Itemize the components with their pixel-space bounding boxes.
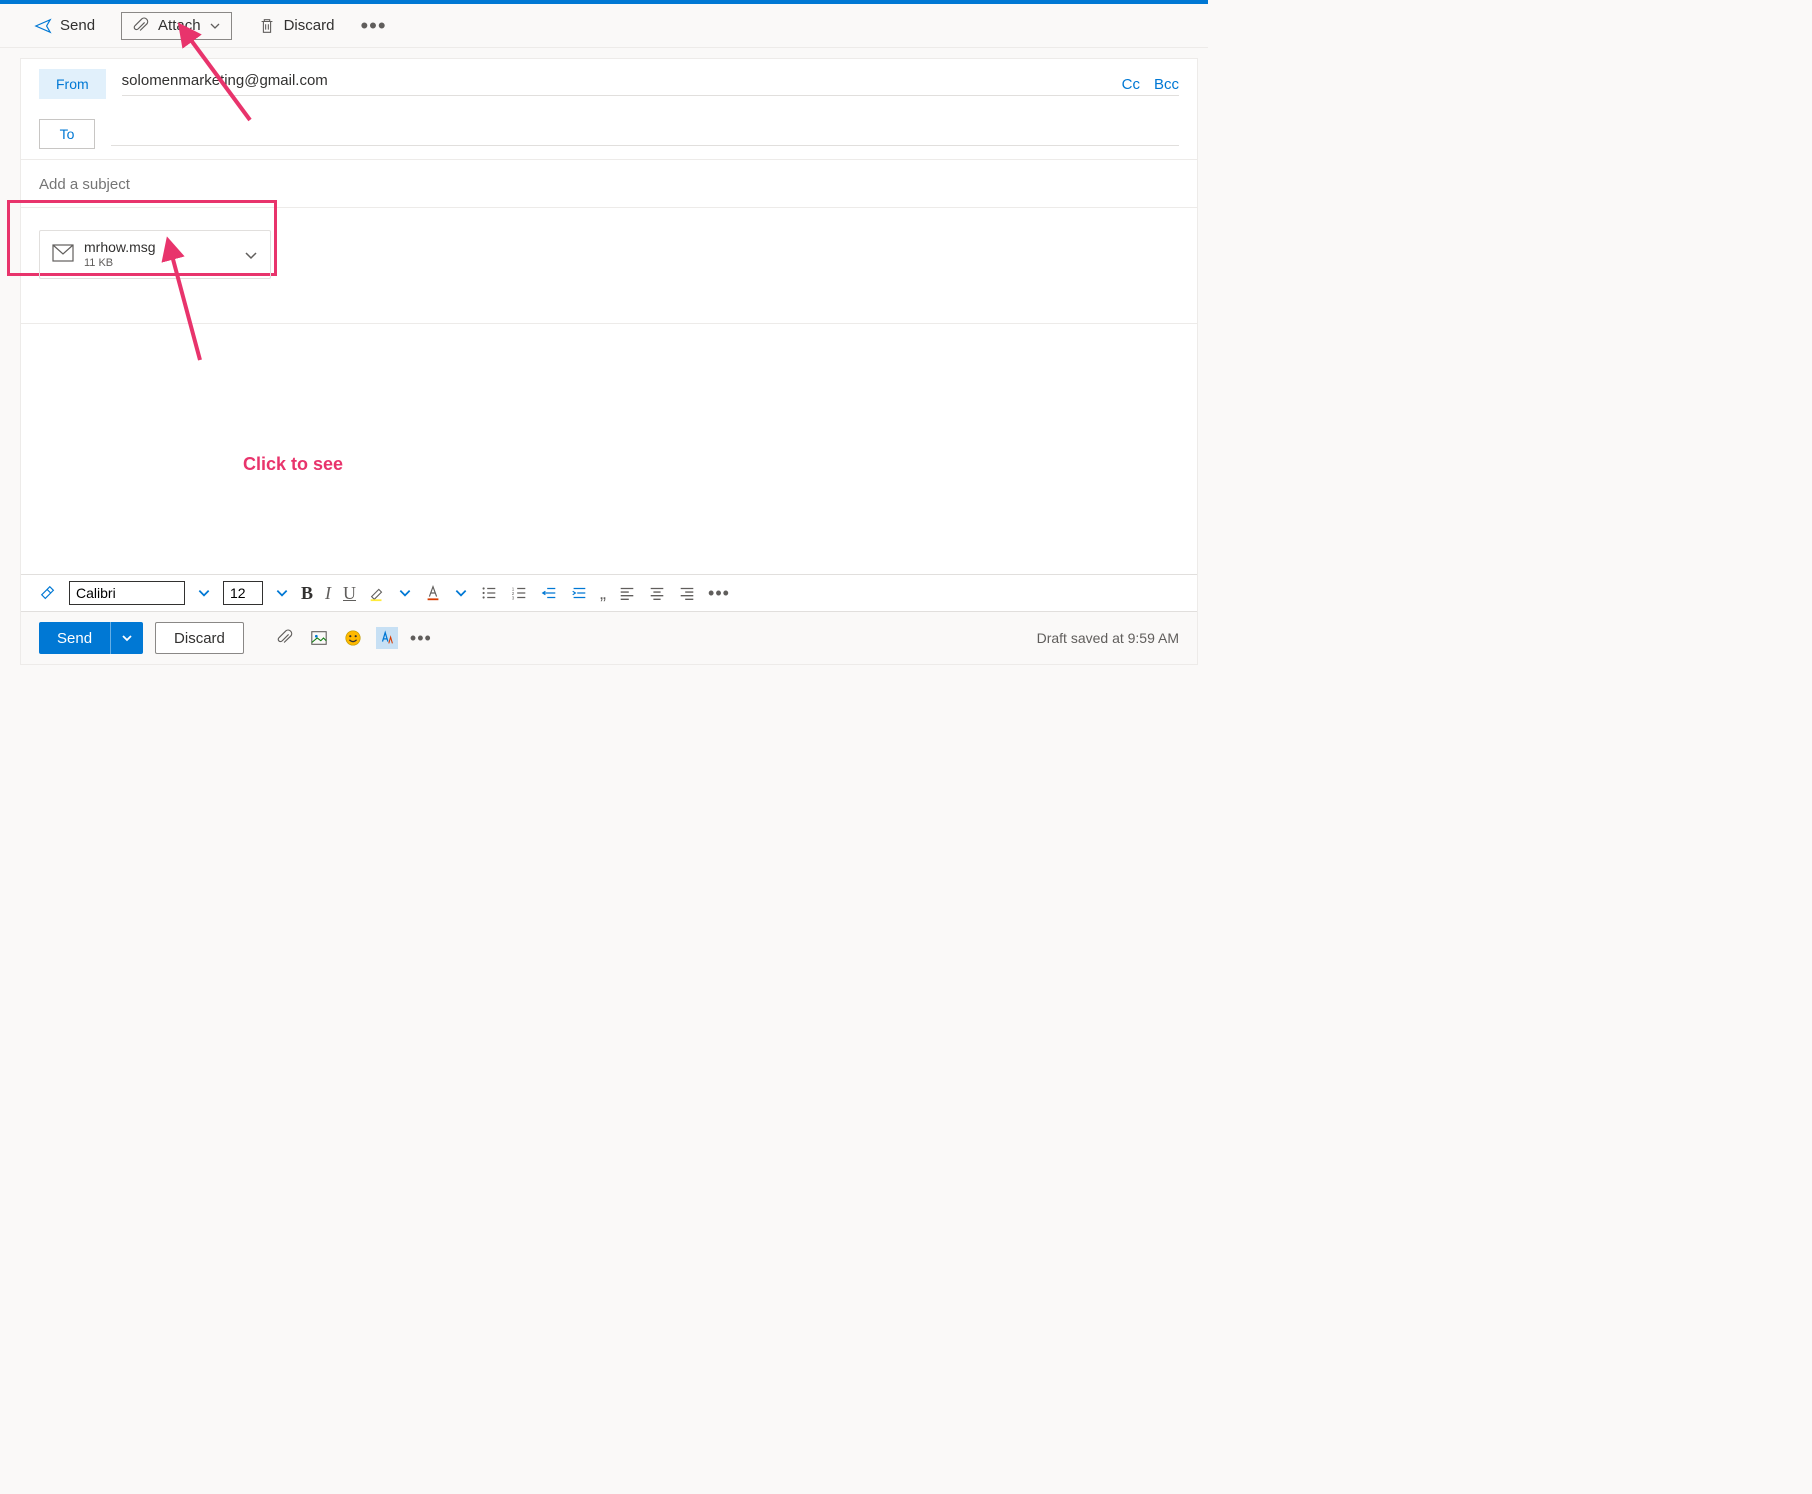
quote-button[interactable]: „ [600, 583, 606, 604]
format-painter-icon[interactable] [39, 584, 57, 602]
more-formatting-button[interactable]: ••• [708, 588, 730, 598]
send-label: Send [60, 17, 95, 34]
cc-bcc-group: Cc Bcc [1122, 76, 1179, 93]
underline-button[interactable]: U [343, 583, 356, 604]
attachment-name: mrhow.msg [84, 239, 156, 257]
annotation-text: Click to see [243, 454, 343, 475]
picture-icon[interactable] [308, 627, 330, 649]
font-color-button[interactable] [424, 584, 442, 602]
svg-text:3: 3 [512, 596, 515, 601]
chevron-down-icon [244, 248, 258, 262]
more-options-button[interactable]: ••• [410, 633, 432, 643]
align-right-button[interactable] [678, 584, 696, 602]
font-size-input[interactable] [223, 581, 263, 605]
align-center-button[interactable] [648, 584, 666, 602]
italic-button[interactable]: I [325, 583, 331, 604]
font-family-input[interactable] [69, 581, 185, 605]
discard-button-top[interactable]: Discard [250, 13, 343, 39]
cc-button[interactable]: Cc [1122, 76, 1140, 93]
attach-button[interactable]: Attach [121, 12, 232, 40]
highlight-button[interactable] [368, 584, 386, 602]
chevron-down-icon [209, 20, 221, 32]
attachment-meta: mrhow.msg 11 KB [84, 239, 156, 270]
from-value: solomenmarketing@gmail.com [122, 72, 1179, 95]
indent-button[interactable] [570, 584, 588, 602]
font-dropdown-icon[interactable] [197, 586, 211, 600]
divider [122, 95, 1179, 96]
bottom-action-bar: Send Discard ••• Draft saved at 9:59 AM [21, 611, 1197, 664]
draft-status: Draft saved at 9:59 AM [1037, 630, 1179, 646]
compose-area: From solomenmarketing@gmail.com Cc Bcc T… [20, 58, 1198, 665]
attachment-chip[interactable]: mrhow.msg 11 KB [39, 230, 271, 279]
emoji-icon[interactable] [342, 627, 364, 649]
divider [111, 145, 1179, 146]
send-split-button[interactable]: Send [39, 622, 143, 654]
to-row: To [21, 109, 1197, 159]
trash-icon [258, 17, 276, 35]
to-input[interactable] [111, 122, 1179, 145]
from-row: From solomenmarketing@gmail.com Cc Bcc [21, 59, 1197, 109]
to-label-button[interactable]: To [39, 119, 95, 149]
size-dropdown-icon[interactable] [275, 586, 289, 600]
message-body[interactable]: Click to see [21, 324, 1197, 574]
discard-label: Discard [284, 17, 335, 34]
font-options-icon[interactable] [376, 627, 398, 649]
font-color-dropdown-icon[interactable] [454, 586, 468, 600]
send-icon [34, 17, 52, 35]
outdent-button[interactable] [540, 584, 558, 602]
bcc-button[interactable]: Bcc [1154, 76, 1179, 93]
subject-input[interactable] [39, 176, 1179, 193]
send-button-top[interactable]: Send [26, 13, 103, 39]
format-toolbar: B I U 123 „ ••• [21, 574, 1197, 611]
more-actions-button[interactable]: ••• [360, 21, 386, 31]
bullet-list-button[interactable] [480, 584, 498, 602]
attachment-area: mrhow.msg 11 KB [21, 207, 1197, 324]
envelope-icon [52, 244, 74, 265]
send-main-button[interactable]: Send [39, 622, 110, 654]
align-left-button[interactable] [618, 584, 636, 602]
number-list-button[interactable]: 123 [510, 584, 528, 602]
paperclip-icon [132, 17, 150, 35]
attachment-size: 11 KB [84, 257, 156, 271]
discard-button-bottom[interactable]: Discard [155, 622, 244, 654]
bold-button[interactable]: B [301, 583, 313, 604]
from-label-button[interactable]: From [39, 69, 106, 99]
top-toolbar: Send Attach Discard ••• [0, 4, 1208, 48]
paperclip-icon[interactable] [274, 627, 296, 649]
send-dropdown-button[interactable] [110, 622, 143, 654]
subject-row [21, 159, 1197, 207]
highlight-dropdown-icon[interactable] [398, 586, 412, 600]
attach-label: Attach [158, 17, 201, 34]
